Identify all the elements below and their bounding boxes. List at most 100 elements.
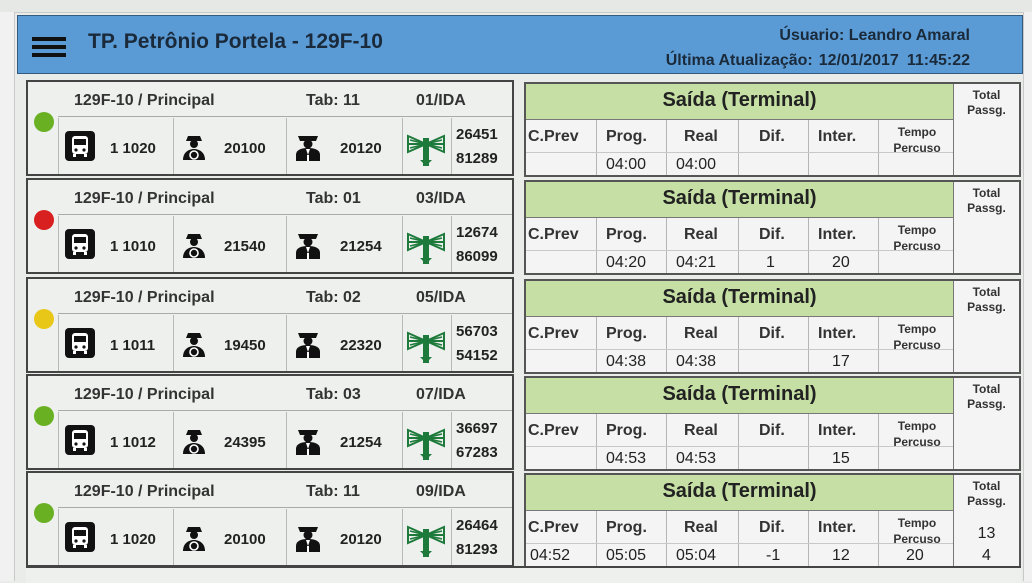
divider: [596, 511, 597, 566]
vehicle-card[interactable]: 129F-10 / Principal Tab: 11 01/IDA 1 102…: [26, 80, 514, 176]
tempo-header-line2: Percuso: [893, 141, 941, 155]
turnstile-count-start: 12674: [456, 224, 498, 241]
turnstile-count-start: 26464: [456, 517, 498, 534]
prog-header: Prog.: [606, 128, 647, 145]
divider: [402, 118, 403, 174]
divider: [286, 118, 287, 174]
inter-header: Inter.: [818, 325, 857, 342]
turnstile-count-end: 67283: [456, 444, 498, 461]
divider: [666, 317, 667, 372]
hamburger-menu-icon[interactable]: [32, 37, 66, 57]
divider: [286, 315, 287, 371]
vehicle-card[interactable]: 129F-10 / Principal Tab: 02 05/IDA 1 101…: [26, 277, 514, 373]
inter-value: 20: [832, 254, 850, 271]
divider: [808, 218, 809, 273]
status-indicator: [34, 210, 54, 230]
trip-label: 03/IDA: [416, 190, 466, 207]
divider: [878, 317, 879, 372]
inter-header: Inter.: [818, 422, 857, 439]
divider: [58, 313, 512, 314]
conductor-icon: [292, 521, 324, 553]
prog-header: Prog.: [606, 519, 647, 536]
turnstile-icon: [406, 228, 446, 264]
vehicle-card[interactable]: 129F-10 / Principal Tab: 11 09/IDA 1 102…: [26, 471, 514, 567]
status-indicator: [34, 503, 54, 523]
divider: [402, 509, 403, 565]
departure-header: Saída (Terminal): [526, 281, 954, 317]
tempo-header-line1: Tempo: [897, 322, 937, 336]
departure-header: Saída (Terminal): [526, 182, 954, 218]
driver-icon: [178, 424, 210, 456]
divider: [58, 315, 59, 371]
user-label: Úsuario:: [779, 27, 845, 44]
divider: [451, 118, 452, 174]
tab-label: Tab: 11: [306, 92, 360, 109]
conductor-icon: [292, 327, 324, 359]
spreadsheet-column-right: [1023, 12, 1032, 581]
divider: [878, 414, 879, 469]
cprev-header: C.Prev: [528, 519, 579, 536]
tempo-header: Tempo Percuso: [882, 321, 952, 353]
driver-icon: [178, 521, 210, 553]
user-name: Leandro Amaral: [848, 27, 970, 44]
departure-panel: Saída (Terminal) Total Passg. C.Prev Pro…: [524, 279, 1021, 374]
turnstile-icon: [406, 327, 446, 363]
real-header: Real: [684, 128, 718, 145]
tempo-header: Tempo Percuso: [882, 515, 952, 547]
divider: [953, 84, 954, 175]
turnstile-icon: [406, 130, 446, 166]
bus-icon: [64, 228, 96, 260]
real-header: Real: [684, 422, 718, 439]
divider: [596, 317, 597, 372]
divider: [173, 216, 174, 272]
departure-title: Saída (Terminal): [662, 383, 817, 405]
real-value: 04:00: [676, 156, 717, 173]
total-header-line1: Total: [972, 479, 1001, 493]
next-row-partial: [26, 566, 1021, 583]
dif-header: Dif.: [759, 422, 785, 439]
divider: [666, 414, 667, 469]
total-passengers-header: Total Passg.: [954, 378, 1019, 424]
route-label: 129F-10 / Principal: [74, 190, 215, 207]
total-header-line1: Total: [972, 88, 1001, 102]
turnstile-icon: [406, 424, 446, 460]
vehicle-card[interactable]: 129F-10 / Principal Tab: 01 03/IDA 1 101…: [26, 178, 514, 274]
vehicle-card[interactable]: 129F-10 / Principal Tab: 03 07/IDA 1 101…: [26, 374, 514, 470]
departure-header: Saída (Terminal): [526, 475, 954, 511]
divider: [402, 216, 403, 272]
divider: [173, 118, 174, 174]
spreadsheet-column-left: [0, 12, 15, 581]
conductor-id: 21254: [340, 238, 382, 255]
prog-value: 04:00: [606, 156, 647, 173]
bus-icon: [64, 424, 96, 456]
cprev-header: C.Prev: [528, 226, 579, 243]
divider: [808, 511, 809, 566]
conductor-icon: [292, 424, 324, 456]
route-label: 129F-10 / Principal: [74, 483, 215, 500]
inter-value: 17: [832, 353, 850, 370]
cprev-header: C.Prev: [528, 325, 579, 342]
tempo-value: 20: [906, 547, 924, 564]
departure-panel: Saída (Terminal) Total Passg. C.Prev Pro…: [524, 180, 1021, 275]
conductor-icon: [292, 130, 324, 162]
departure-header: Saída (Terminal): [526, 84, 954, 120]
tab-label: Tab: 03: [306, 386, 361, 403]
prog-value: 05:05: [606, 547, 647, 564]
dif-value: 1: [766, 254, 775, 271]
total-header-line2: Passg.: [967, 494, 1006, 508]
prog-value: 04:38: [606, 353, 647, 370]
total-header-line2: Passg.: [967, 300, 1006, 314]
divider: [738, 120, 739, 175]
divider: [878, 120, 879, 175]
cprev-header: C.Prev: [528, 422, 579, 439]
prog-header: Prog.: [606, 226, 647, 243]
turnstile-count-start: 26451: [456, 126, 498, 143]
turnstile-count-end: 81289: [456, 150, 498, 167]
update-time: 11:45:22: [906, 52, 970, 69]
divider: [451, 216, 452, 272]
tempo-header-line1: Tempo: [897, 516, 937, 530]
status-indicator: [34, 112, 54, 132]
prog-header: Prog.: [606, 325, 647, 342]
departure-header: Saída (Terminal): [526, 378, 954, 414]
divider: [58, 412, 59, 468]
